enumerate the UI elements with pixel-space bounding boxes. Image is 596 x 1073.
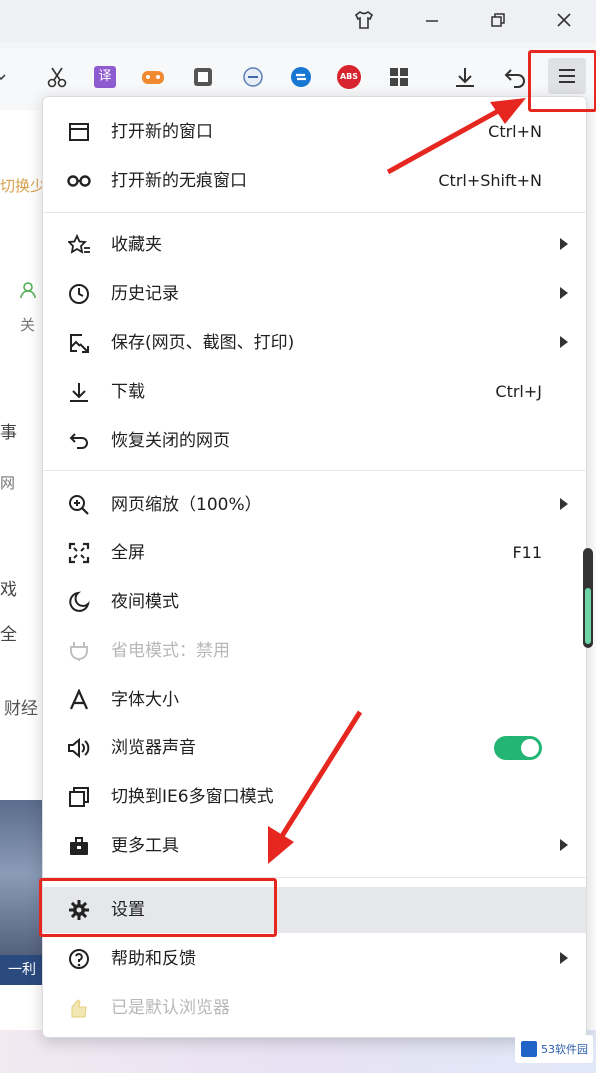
watermark-text: 53软件园 [541,1043,588,1056]
watermark-logo-icon [521,1041,537,1057]
arrow-to-menu [386,107,502,175]
annotation-arrows [268,98,526,864]
arrow-to-settings [279,710,363,838]
site-watermark: 53软件园 [515,1035,593,1063]
arrow-head-settings [268,826,294,864]
